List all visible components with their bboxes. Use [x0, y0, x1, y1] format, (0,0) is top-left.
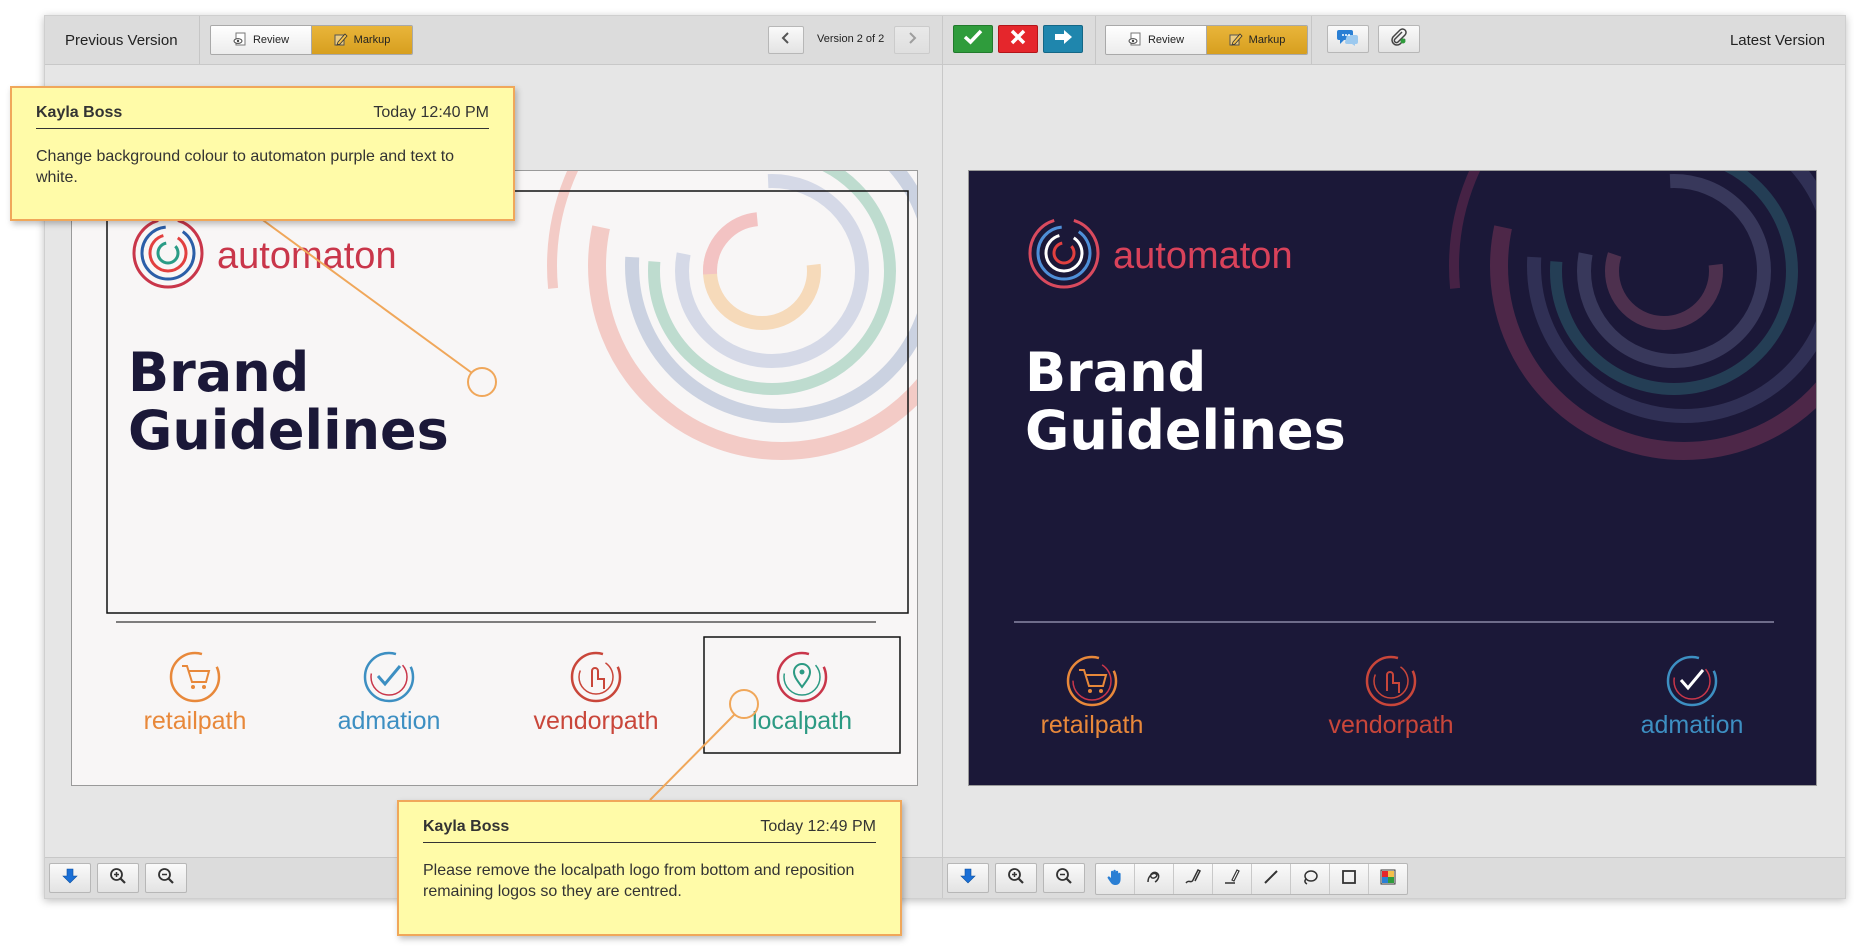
comment-text: Change background colour to automaton pu… — [36, 148, 455, 186]
annotation-pin-1[interactable] — [467, 367, 497, 397]
connector-line-2 — [649, 713, 736, 801]
comment-note[interactable]: Kayla Boss Today 12:49 PM Please remove … — [397, 800, 902, 936]
comment-note[interactable]: Kayla Boss Today 12:40 PM Change backgro… — [10, 86, 515, 221]
comment-header: Kayla Boss Today 12:49 PM — [423, 818, 876, 843]
comment-time: Today 12:40 PM — [373, 104, 489, 121]
connector-line-1 — [259, 217, 473, 374]
comment-text: Please remove the localpath logo from bo… — [423, 862, 855, 900]
comment-author: Kayla Boss — [423, 818, 510, 835]
annotation-pin-2[interactable] — [729, 689, 759, 719]
comment-header: Kayla Boss Today 12:40 PM — [36, 104, 489, 129]
comment-time: Today 12:49 PM — [760, 818, 876, 835]
comment-author: Kayla Boss — [36, 104, 123, 121]
